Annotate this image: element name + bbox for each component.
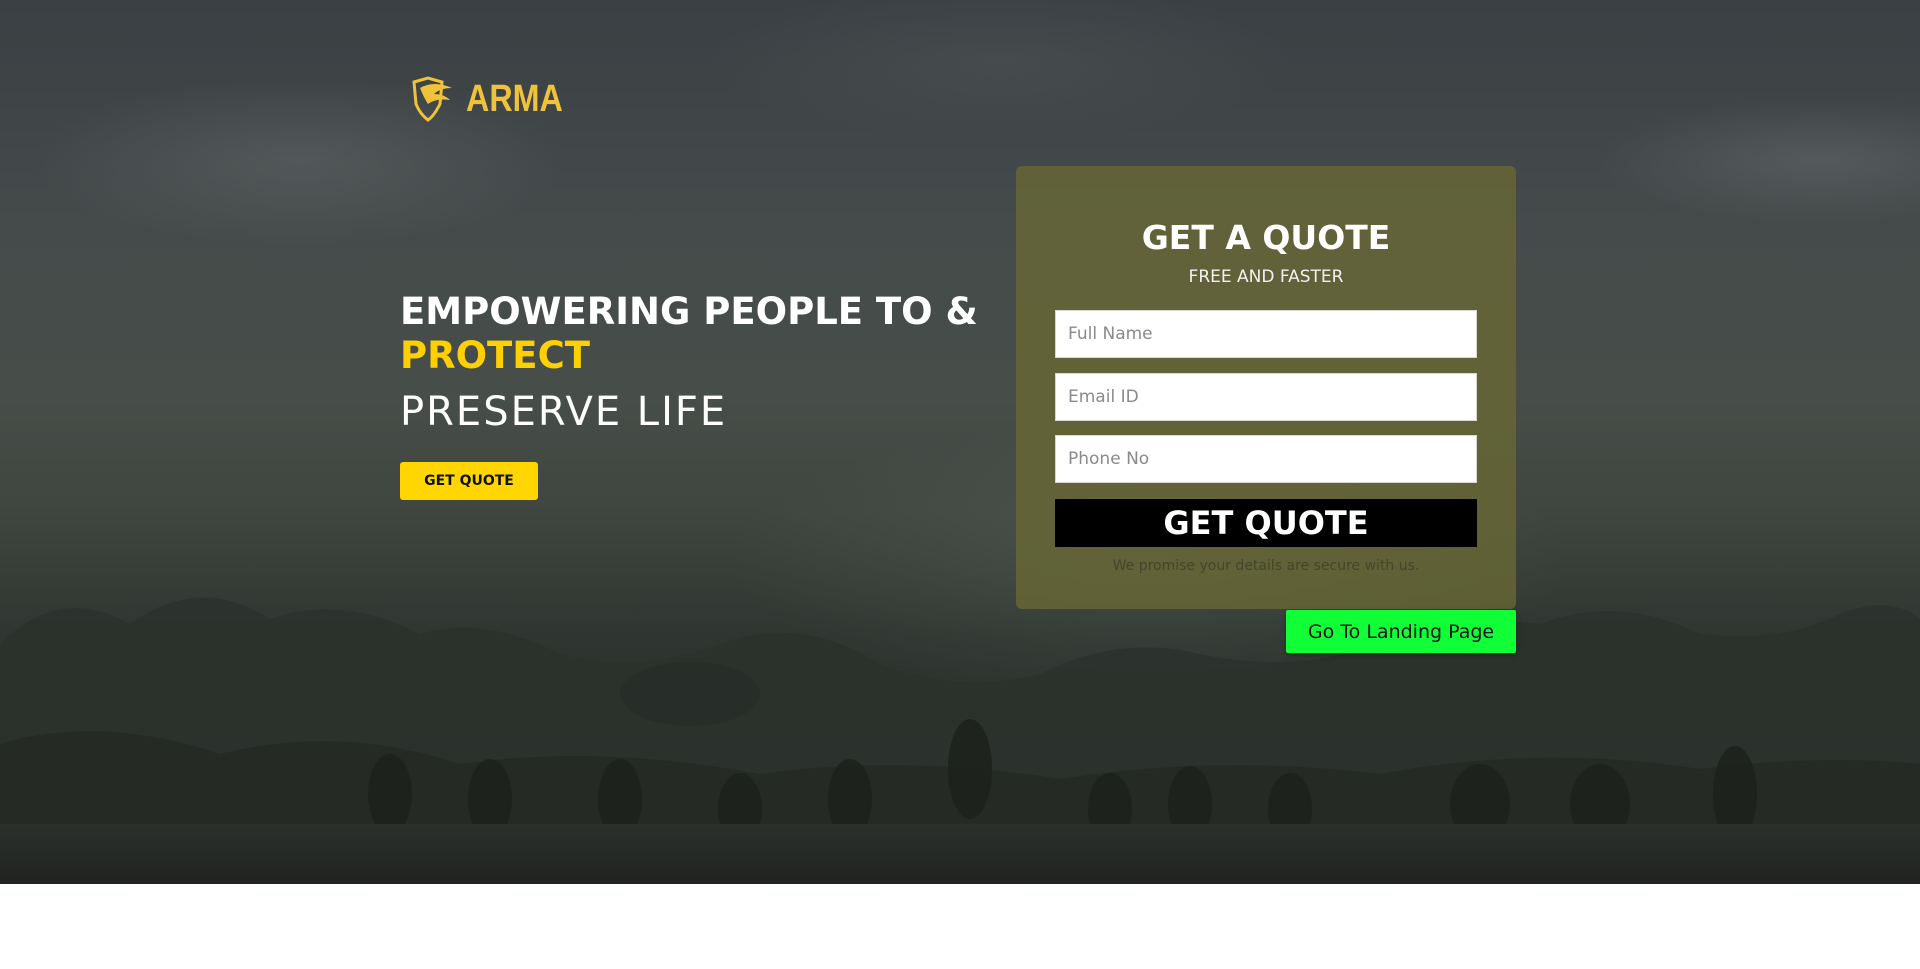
headline-line-3: PRESERVE LIFE (400, 389, 728, 435)
brand-logo[interactable]: ARMA (406, 74, 580, 124)
full-name-input[interactable] (1055, 310, 1477, 358)
submit-quote-button[interactable]: GET QUOTE (1055, 499, 1477, 547)
hero-headline: EMPOWERING PEOPLE TO & PROTECT PRESERVE … (400, 290, 1000, 438)
privacy-note: We promise your details are secure with … (1112, 558, 1420, 574)
email-input[interactable] (1055, 373, 1477, 421)
eagle-shield-icon (412, 76, 452, 122)
quote-title: GET A QUOTE (1141, 218, 1391, 257)
quote-subtitle: FREE AND FASTER (1188, 267, 1344, 287)
ground-strip (0, 824, 1920, 884)
phone-input[interactable] (1055, 435, 1477, 483)
hero-section (0, 0, 1920, 884)
quote-form-panel: GET A QUOTE FREE AND FASTER GET QUOTE We… (1016, 166, 1516, 609)
headline-highlight: PROTECT (400, 334, 590, 377)
brand-name: ARMA (466, 77, 563, 120)
go-to-landing-page-button[interactable]: Go To Landing Page (1286, 610, 1516, 653)
hero-get-quote-button[interactable]: GET QUOTE (400, 462, 538, 500)
headline-line-1: EMPOWERING PEOPLE TO & (400, 290, 978, 333)
